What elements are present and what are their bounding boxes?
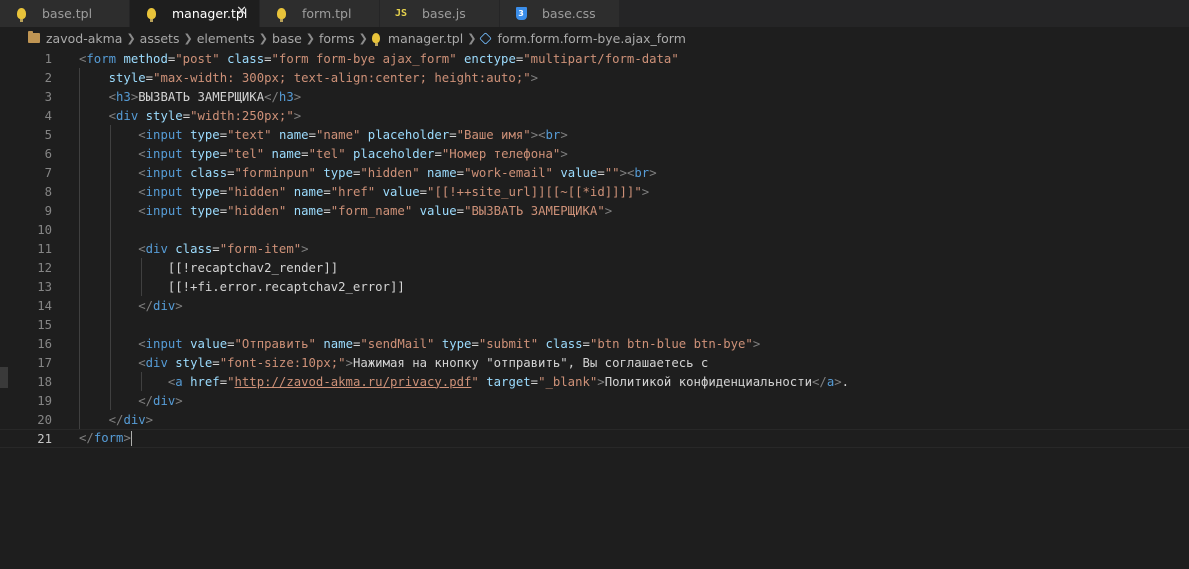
line-code: <a href="http://zavod-akma.ru/privacy.pd… — [167, 374, 850, 389]
breadcrumb-item-file[interactable]: manager.tpl — [371, 31, 463, 46]
line-number: 7 — [44, 165, 52, 180]
line-code: <input type="text" name="name" placehold… — [138, 127, 568, 142]
breadcrumb-item-assets[interactable]: assets — [140, 31, 180, 46]
line-number: 13 — [37, 279, 52, 294]
line-number: 3 — [44, 89, 52, 104]
code-line: 13 [[!+fi.error.recaptchav2_error]] — [0, 277, 1189, 296]
line-number: 12 — [37, 260, 52, 275]
chevron-right-icon: ❯ — [305, 31, 315, 45]
code-line: 4 <div style="width:250px;"> — [0, 106, 1189, 125]
line-code: <input value="Отправить" name="sendMail"… — [138, 336, 761, 351]
line-number: 11 — [37, 241, 52, 256]
line-code: <div style="width:250px;"> — [108, 108, 302, 123]
chevron-right-icon: ❯ — [467, 31, 477, 45]
breadcrumb-item-root[interactable]: zavod-akma — [28, 31, 122, 46]
line-number: 10 — [37, 222, 52, 237]
code-line: 16 <input value="Отправить" name="sendMa… — [0, 334, 1189, 353]
symbol-structure-icon — [479, 31, 493, 45]
line-code: <input type="hidden" name="href" value="… — [138, 184, 650, 199]
tab-label: base.tpl — [42, 6, 93, 21]
folder-icon — [28, 31, 40, 43]
line-code: </div> — [138, 298, 183, 313]
chevron-right-icon: ❯ — [183, 31, 193, 45]
code-line: 15 — [0, 315, 1189, 334]
css-file-icon: 3 — [514, 5, 528, 21]
code-line: 5 <input type="text" name="name" placeho… — [0, 125, 1189, 144]
line-code: <div class="form-item"> — [138, 241, 309, 256]
code-line: 18 <a href="http://zavod-akma.ru/privacy… — [0, 372, 1189, 391]
line-code: </form> — [79, 431, 132, 446]
code-line: 7 <input class="forminpun" type="hidden"… — [0, 163, 1189, 182]
line-code: <div style="font-size:10px;">Нажимая на … — [138, 355, 709, 370]
line-code: <form method="post" class="form form-bye… — [79, 51, 679, 66]
line-number: 9 — [44, 203, 52, 218]
line-code: [[!+fi.error.recaptchav2_error]] — [167, 279, 405, 294]
close-icon[interactable]: ✕ — [236, 4, 247, 19]
line-number: 6 — [44, 146, 52, 161]
line-number: 17 — [37, 355, 52, 370]
code-line: 3 <h3>ВЫЗВАТЬ ЗАМЕРЩИКА</h3> — [0, 87, 1189, 106]
code-line: 17 <div style="font-size:10px;">Нажимая … — [0, 353, 1189, 372]
line-number: 21 — [37, 431, 52, 446]
tab-bar: base.tpl manager.tpl ✕ form.tpl JS base.… — [0, 0, 1189, 27]
line-number: 19 — [37, 393, 52, 408]
code-editor[interactable]: 1 <form method="post" class="form form-b… — [0, 49, 1189, 569]
line-code: </div> — [108, 412, 154, 427]
code-line: 1 <form method="post" class="form form-b… — [0, 49, 1189, 68]
code-line: 6 <input type="tel" name="tel" placehold… — [0, 144, 1189, 163]
line-code: <input type="tel" name="tel" placeholder… — [138, 146, 568, 161]
line-number: 1 — [44, 51, 52, 66]
code-line: 14 </div> — [0, 296, 1189, 315]
line-code: <h3>ВЫЗВАТЬ ЗАМЕРЩИКА</h3> — [108, 89, 302, 104]
line-number: 4 — [44, 108, 52, 123]
tab-label: base.css — [542, 6, 596, 21]
tab-label: form.tpl — [302, 6, 352, 21]
chevron-right-icon: ❯ — [126, 31, 136, 45]
line-number: 16 — [37, 336, 52, 351]
code-line: 8 <input type="hidden" name="href" value… — [0, 182, 1189, 201]
breadcrumb-item-base[interactable]: base — [272, 31, 302, 46]
breadcrumb: zavod-akma ❯ assets ❯ elements ❯ base ❯ … — [0, 27, 1189, 49]
code-line: 11 <div class="form-item"> — [0, 239, 1189, 258]
lightbulb-icon — [371, 33, 380, 46]
tab-base-js[interactable]: JS base.js — [380, 0, 500, 27]
tab-base-css[interactable]: 3 base.css — [500, 0, 620, 27]
tab-form-tpl[interactable]: form.tpl — [260, 0, 380, 27]
line-code: <input type="hidden" name="form_name" va… — [138, 203, 613, 218]
line-number: 18 — [37, 374, 52, 389]
code-line: 9 <input type="hidden" name="form_name" … — [0, 201, 1189, 220]
line-number: 5 — [44, 127, 52, 142]
code-line-current: 21 </form> — [0, 429, 1189, 448]
tab-label: base.js — [422, 6, 466, 21]
privacy-link[interactable]: http://zavod-akma.ru/privacy.pdf — [235, 375, 472, 389]
chevron-right-icon: ❯ — [358, 31, 368, 45]
line-code: style="max-width: 300px; text-align:cent… — [108, 70, 539, 85]
js-file-icon: JS — [394, 7, 408, 19]
lightbulb-icon — [144, 5, 158, 22]
code-line: 2 style="max-width: 300px; text-align:ce… — [0, 68, 1189, 87]
code-line: 12 [[!recaptchav2_render]] — [0, 258, 1189, 277]
code-line: 20 </div> — [0, 410, 1189, 429]
lightbulb-icon — [14, 5, 28, 22]
line-number: 2 — [44, 70, 52, 85]
line-number: 14 — [37, 298, 52, 313]
line-number: 20 — [37, 412, 52, 427]
line-code: [[!recaptchav2_render]] — [167, 260, 339, 275]
text-cursor — [130, 431, 132, 446]
line-number: 8 — [44, 184, 52, 199]
code-line: 19 </div> — [0, 391, 1189, 410]
line-number: 15 — [37, 317, 52, 332]
tab-manager-tpl[interactable]: manager.tpl ✕ — [130, 0, 260, 27]
lightbulb-icon — [274, 5, 288, 22]
code-line: 10 — [0, 220, 1189, 239]
line-code: <input class="forminpun" type="hidden" n… — [138, 165, 657, 180]
breadcrumb-item-forms[interactable]: forms — [319, 31, 355, 46]
chevron-right-icon: ❯ — [258, 31, 268, 45]
breadcrumb-item-symbol[interactable]: form.form.form-bye.ajax_form — [479, 31, 686, 46]
breadcrumb-item-elements[interactable]: elements — [197, 31, 255, 46]
line-code: </div> — [138, 393, 183, 408]
tab-base-tpl[interactable]: base.tpl — [0, 0, 130, 27]
